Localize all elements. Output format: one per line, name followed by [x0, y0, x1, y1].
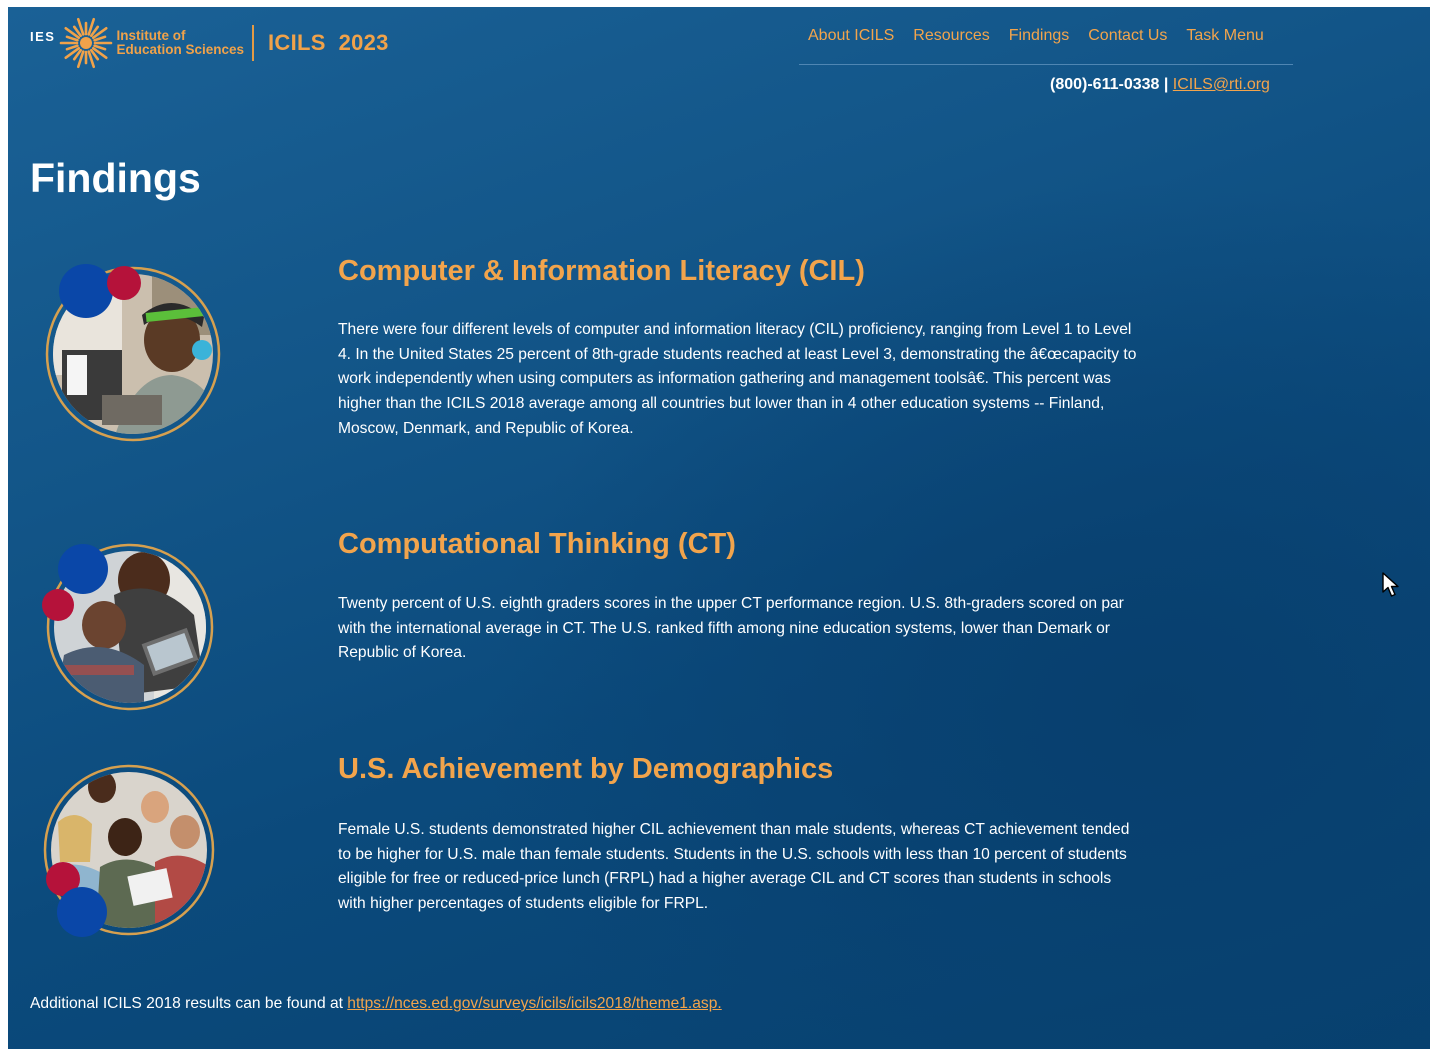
nav-about-icils[interactable]: About ICILS — [808, 27, 894, 45]
footer-results-link[interactable]: https://nces.ed.gov/surveys/icils/icils2… — [347, 995, 721, 1012]
ies-name: Institute of Education Sciences — [116, 29, 244, 57]
section-heading: Computational Thinking (CT) — [338, 528, 736, 560]
site-title[interactable]: ICILS 2023 — [268, 30, 389, 56]
logo-divider — [252, 25, 255, 61]
nav-contact-us[interactable]: Contact Us — [1088, 27, 1167, 45]
nav-findings[interactable]: Findings — [1009, 27, 1069, 45]
student-group-with-tablet-photo — [43, 764, 215, 937]
ies-sunburst-icon — [60, 17, 113, 69]
section-body: There were four different levels of comp… — [338, 321, 1137, 437]
ies-letters: IES — [30, 28, 56, 44]
ies-name-line1: Institute of — [116, 28, 186, 43]
nav-divider — [799, 64, 1293, 65]
contact-phone: (800)-611-0338 | — [1050, 76, 1169, 93]
nav-task-menu[interactable]: Task Menu — [1186, 27, 1263, 45]
site-logo[interactable]: IES Institute of Education Sciences ICIL… — [30, 15, 389, 71]
mouse-pointer-icon — [1382, 572, 1399, 597]
contact-email-link[interactable]: ICILS@rti.org — [1173, 76, 1270, 93]
page: IES Institute of Education Sciences ICIL… — [8, 7, 1430, 1049]
section-body: Twenty percent of U.S. eighth graders sc… — [338, 595, 1124, 662]
main-nav: About ICILS Resources Findings Contact U… — [808, 27, 1283, 45]
footer-text: Additional ICILS 2018 results can be fou… — [30, 995, 343, 1012]
footer-note: Additional ICILS 2018 results can be fou… — [30, 995, 722, 1013]
ies-name-line2: Education Sciences — [116, 42, 245, 57]
section-heading: Computer & Information Literacy (CIL) — [338, 255, 865, 287]
contact-info: (800)-611-0338 | ICILS@rti.org — [1050, 76, 1270, 94]
section-body: Female U.S. students demonstrated higher… — [338, 821, 1130, 913]
page-title: Findings — [30, 155, 201, 201]
student-with-headphones-photo — [45, 264, 221, 442]
teacher-with-student-photo — [42, 543, 214, 711]
section-heading: U.S. Achievement by Demographics — [338, 753, 834, 785]
nav-resources[interactable]: Resources — [913, 27, 989, 45]
